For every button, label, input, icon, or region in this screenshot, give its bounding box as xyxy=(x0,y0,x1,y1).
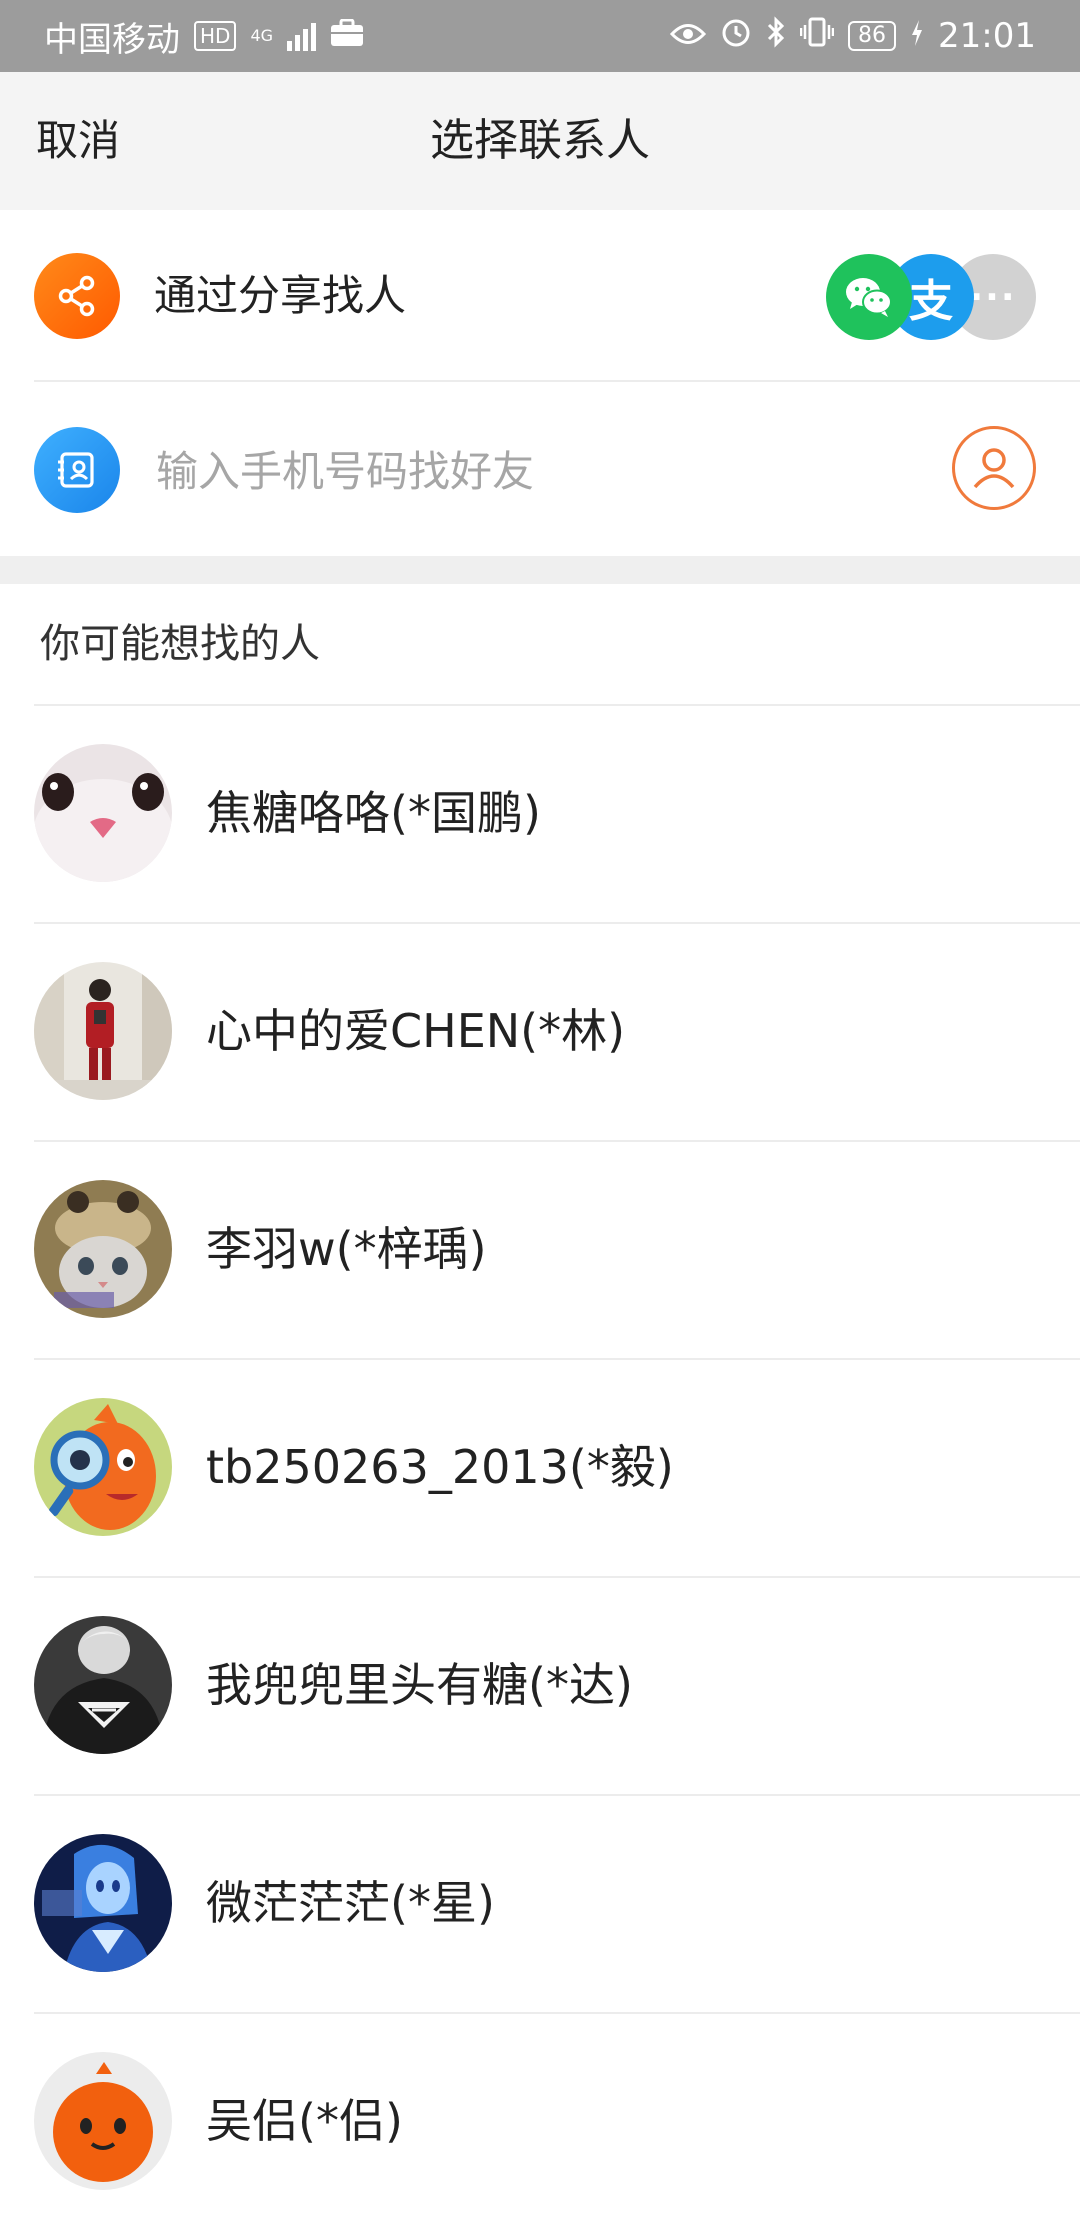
contact-name: 焦糖咯咯(*国鹏) xyxy=(206,786,541,840)
status-bar-left: 中国移动 HD 4G xyxy=(44,12,364,61)
avatar xyxy=(34,1180,172,1318)
contact-item[interactable]: 吴侣(*侣) xyxy=(0,2012,1080,2230)
contact-book-button[interactable] xyxy=(952,426,1036,510)
id-card-icon xyxy=(34,427,120,513)
status-bar: 中国移动 HD 4G 86 21:01 xyxy=(0,0,1080,72)
contact-item[interactable]: 我兜兜里头有糖(*达) xyxy=(0,1576,1080,1794)
wechat-share-icon[interactable] xyxy=(826,254,912,340)
suggested-section-header: 你可能想找的人 xyxy=(0,584,1080,704)
divider xyxy=(34,704,1080,706)
carrier-name: 中国移动 xyxy=(44,19,180,60)
contact-item[interactable]: 微茫茫茫(*星) xyxy=(0,1794,1080,2012)
cancel-button[interactable]: 取消 xyxy=(36,72,120,210)
contact-name: 李羽w(*梓瑀) xyxy=(206,1222,487,1276)
contact-name: 心中的爱CHEN(*林) xyxy=(206,1004,626,1058)
share-find-row[interactable]: 通过分享找人 支 ··· xyxy=(0,210,1080,382)
hd-badge: HD xyxy=(194,21,237,51)
eye-icon xyxy=(669,16,707,56)
bluetooth-icon xyxy=(766,15,786,57)
avatar xyxy=(34,1616,172,1754)
contact-item[interactable]: 李羽w(*梓瑀) xyxy=(0,1140,1080,1358)
section-separator xyxy=(0,556,1080,584)
divider xyxy=(34,1140,1080,1142)
charging-icon xyxy=(910,16,924,56)
vibrate-icon xyxy=(799,16,835,57)
contact-name: 微茫茫茫(*星) xyxy=(206,1876,495,1930)
divider xyxy=(34,1794,1080,1796)
briefcase-icon xyxy=(330,16,364,56)
share-channels: 支 ··· xyxy=(826,254,1036,340)
avatar xyxy=(34,744,172,882)
divider xyxy=(34,380,1080,382)
avatar xyxy=(34,1834,172,1972)
section-title: 你可能想找的人 xyxy=(40,621,320,667)
share-icon xyxy=(34,253,120,339)
battery-level: 86 xyxy=(848,21,897,51)
contact-item[interactable]: 焦糖咯咯(*国鹏) xyxy=(0,704,1080,922)
avatar xyxy=(34,1398,172,1536)
contact-name: 吴侣(*侣) xyxy=(206,2094,403,2148)
alarm-icon xyxy=(720,16,752,57)
nav-bar: 选择联系人 取消 xyxy=(0,72,1080,210)
divider xyxy=(34,2012,1080,2014)
phone-number-input[interactable] xyxy=(154,384,918,558)
contact-list: 焦糖咯咯(*国鹏) 心中的爱CHEN(*林) 李羽w(*梓瑀) tb250263… xyxy=(0,704,1080,2230)
signal-icon xyxy=(287,21,317,51)
status-bar-right: 86 21:01 xyxy=(669,15,1036,57)
page-title: 选择联系人 xyxy=(430,115,650,166)
contact-item[interactable]: 心中的爱CHEN(*林) xyxy=(0,922,1080,1140)
phone-search-row xyxy=(0,384,1080,558)
contact-name: 我兜兜里头有糖(*达) xyxy=(206,1658,633,1712)
contact-item[interactable]: tb250263_2013(*毅) xyxy=(0,1358,1080,1576)
status-time: 21:01 xyxy=(938,16,1036,56)
network-type: 4G xyxy=(250,26,274,45)
avatar xyxy=(34,2052,172,2190)
share-find-label: 通过分享找人 xyxy=(154,271,407,320)
avatar xyxy=(34,962,172,1100)
person-icon xyxy=(973,448,1015,489)
contact-name: tb250263_2013(*毅) xyxy=(206,1440,674,1494)
